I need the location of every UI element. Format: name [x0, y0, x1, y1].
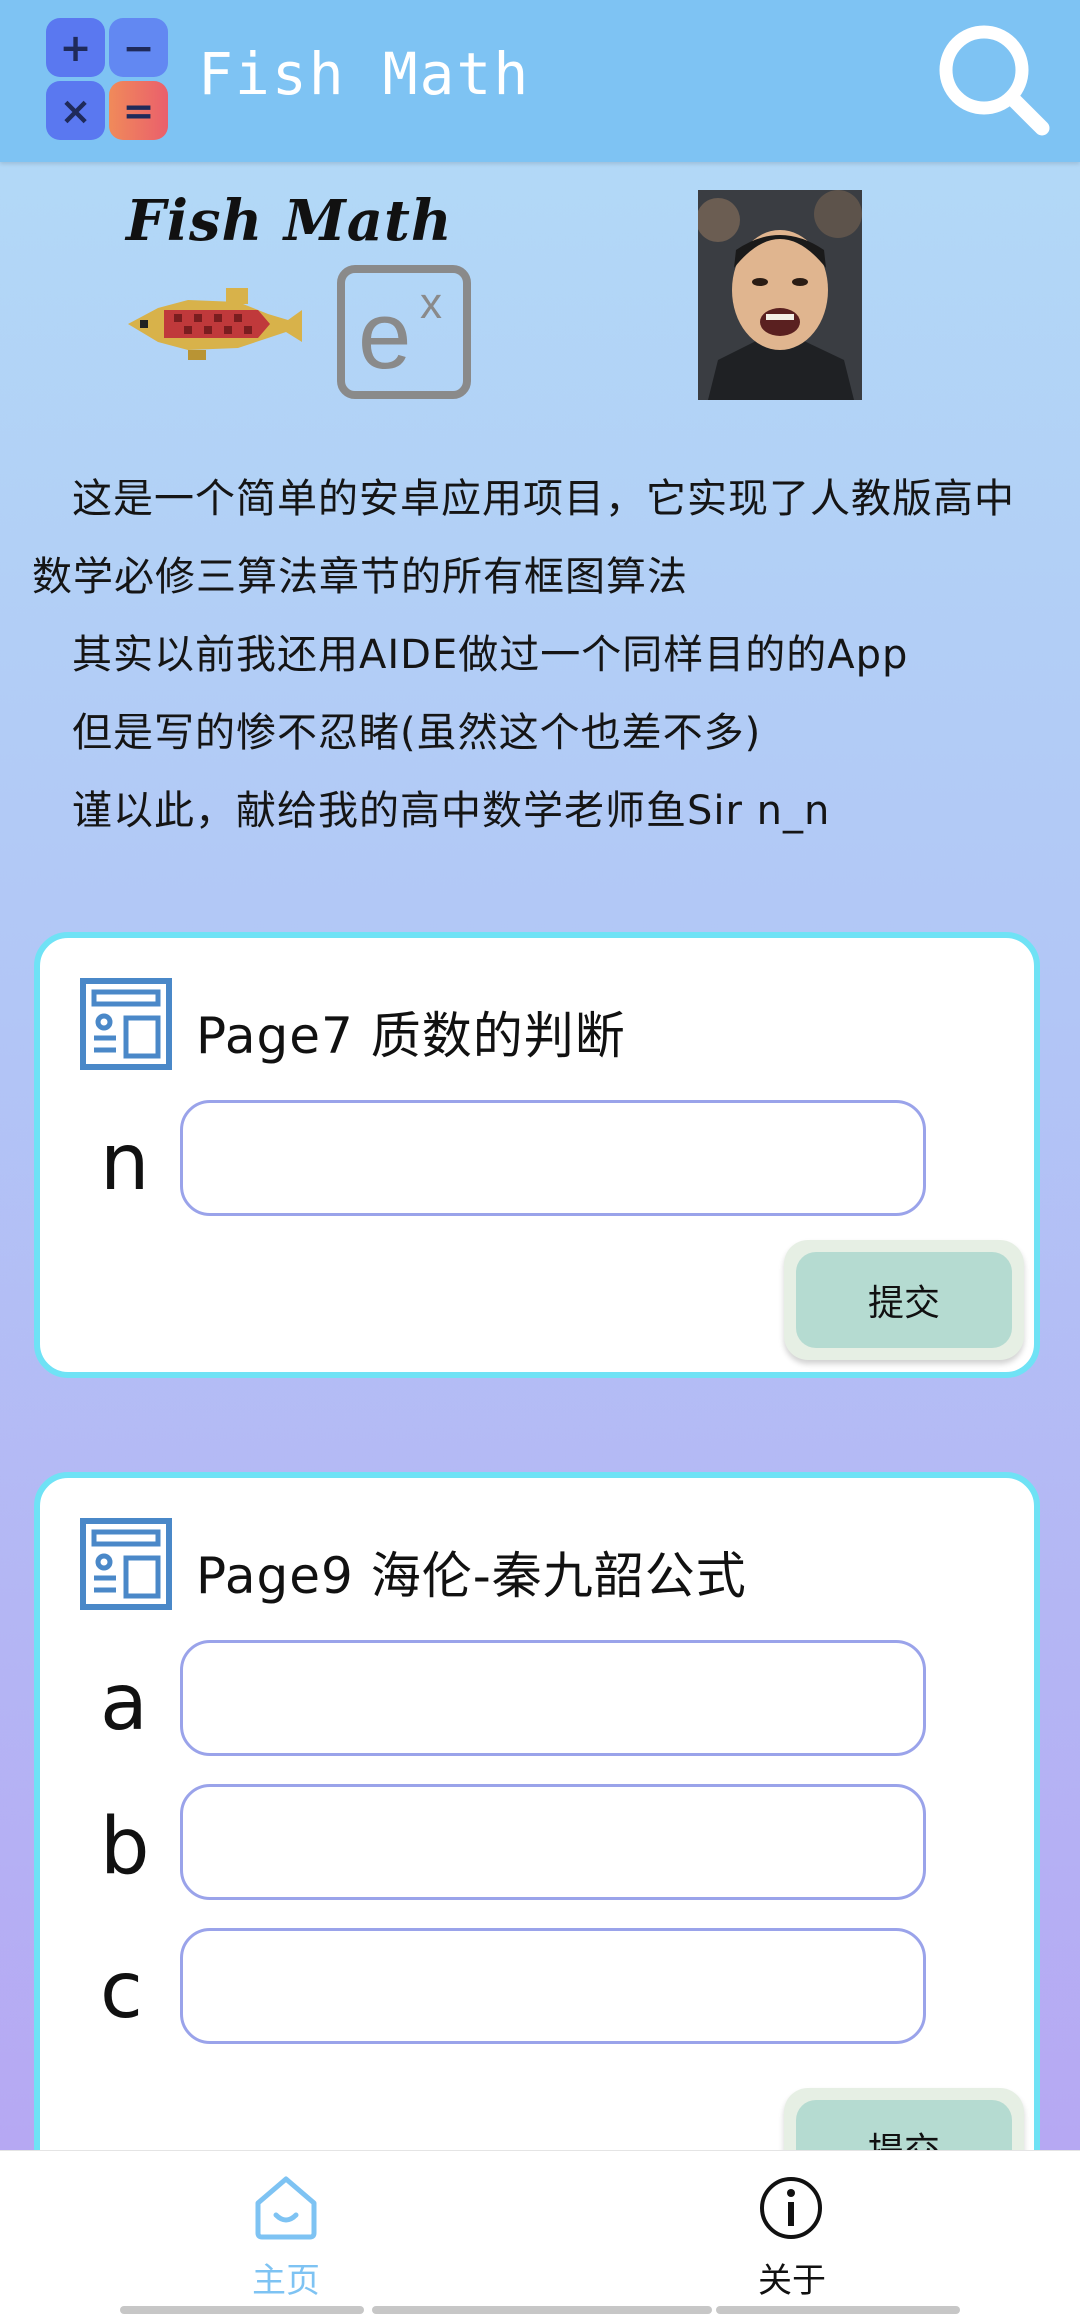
nav-label-home: 主页	[252, 2261, 320, 2301]
document-icon	[80, 978, 172, 1070]
card-title: Page7 质数的判断	[196, 1007, 626, 1065]
logo-minus-tile: −	[109, 18, 168, 77]
bottom-navigation: 主页 关于	[0, 2150, 1080, 2317]
system-gesture-bar	[372, 2306, 712, 2314]
c-input[interactable]	[180, 1928, 926, 2044]
system-gesture-bar	[716, 2306, 960, 2314]
brand-text: Fish Math	[126, 188, 453, 254]
ex-icon-base: e	[358, 282, 411, 389]
field-label-c: c	[100, 1946, 143, 2036]
logo-times-tile: ×	[46, 81, 105, 140]
a-input[interactable]	[180, 1640, 926, 1756]
nav-item-about[interactable]: 关于	[522, 2151, 1062, 2301]
intro-line-1: 这是一个简单的安卓应用项目，它实现了人教版高中数学必修三算法章节的所有框图算法	[32, 476, 1015, 600]
submit-button-frame: 提交	[784, 1240, 1024, 1360]
app-title: Fish Math	[198, 40, 531, 108]
nav-label-about: 关于	[758, 2261, 826, 2301]
app-bar: + − × = Fish Math	[0, 0, 1080, 162]
search-button[interactable]	[934, 20, 1054, 140]
app-logo: + − × =	[46, 18, 168, 140]
field-label-b: b	[100, 1802, 150, 1892]
fish-icon	[128, 288, 302, 360]
document-icon	[80, 1518, 172, 1610]
system-gesture-bar	[120, 2306, 364, 2314]
teacher-avatar	[698, 190, 862, 400]
nav-item-home[interactable]: 主页	[16, 2151, 556, 2301]
b-input[interactable]	[180, 1784, 926, 1900]
card-prime-check: Page7 质数的判断 n 提交	[34, 932, 1040, 1378]
intro-line-2: 其实以前我还用AIDE做过一个同样目的的App	[72, 632, 909, 678]
logo-equals-tile: =	[109, 81, 168, 140]
intro-line-3: 但是写的惨不忍睹(虽然这个也差不多)	[72, 710, 762, 756]
n-input[interactable]	[180, 1100, 926, 1216]
info-icon	[760, 2177, 822, 2239]
field-label-a: a	[100, 1658, 148, 1748]
search-icon	[939, 25, 1050, 136]
ex-icon-exponent: x	[420, 279, 442, 328]
field-label-n: n	[100, 1118, 150, 1208]
logo-plus-tile: +	[46, 18, 105, 77]
submit-button[interactable]: 提交	[796, 1252, 1012, 1348]
banner-brand: Fish Math e x	[118, 188, 478, 399]
card-heron-formula: Page9 海伦-秦九韶公式 a b c 提交	[34, 1472, 1040, 2208]
home-icon	[255, 2176, 317, 2240]
card-title: Page9 海伦-秦九韶公式	[196, 1547, 747, 1605]
ex-icon: e x	[336, 264, 472, 404]
intro-text: 这是一个简单的安卓应用项目，它实现了人教版高中数学必修三算法章节的所有框图算法 …	[32, 460, 1052, 850]
intro-line-4: 谨以此，献给我的高中数学老师鱼Sir n_n	[72, 788, 831, 834]
